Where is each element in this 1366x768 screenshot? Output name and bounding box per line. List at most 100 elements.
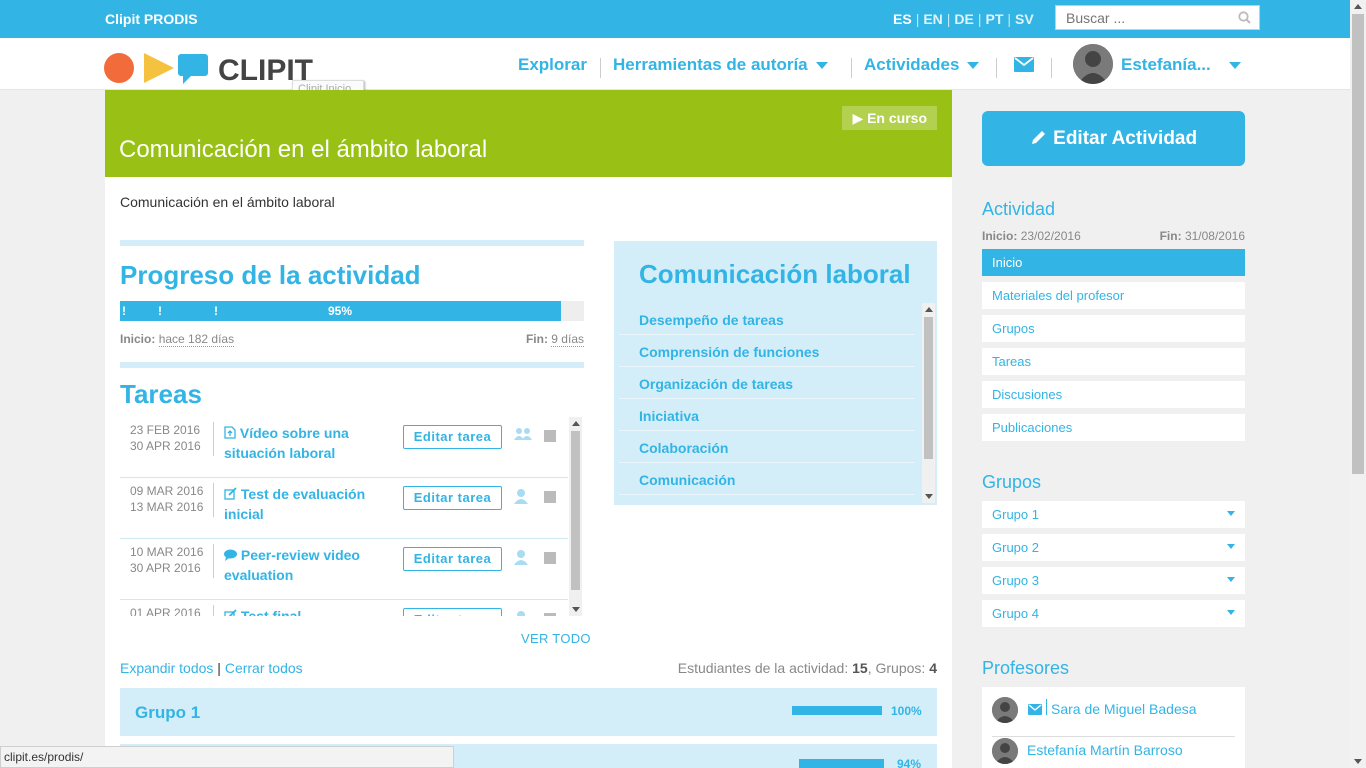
user-avatar[interactable] — [1073, 44, 1113, 84]
edit-task-button[interactable]: Editar tarea — [403, 608, 502, 616]
lang-sv[interactable]: SV — [1015, 11, 1034, 27]
teacher-name[interactable]: Sara de Miguel Badesa — [1051, 701, 1197, 717]
groups-heading: Grupos — [982, 472, 1042, 492]
competences-list: Desempeño de tareas Comprensión de funci… — [619, 303, 915, 501]
scroll-down-icon — [572, 607, 580, 612]
task-list-scrollbar[interactable] — [569, 417, 582, 616]
task-row: 23 FEB 2016 30 APR 2016 Vídeo sobre una s… — [120, 417, 568, 478]
group-row[interactable]: Grupo 1 100% — [120, 688, 937, 736]
page-scrollbar[interactable] — [1350, 0, 1366, 768]
competences-scrollbar[interactable] — [922, 303, 935, 503]
competence-item[interactable]: Desempeño de tareas — [619, 303, 915, 335]
lang-pt[interactable]: PT — [986, 11, 1004, 27]
status-badge: ▶ En curso — [842, 106, 937, 130]
progress-section: Progreso de la actividad ! ! ! 95% Inici… — [120, 240, 584, 350]
scroll-down-icon — [1354, 759, 1362, 764]
edit-task-button[interactable]: Editar tarea — [403, 425, 502, 449]
sidebar-group-item[interactable]: Grupo 3 — [982, 567, 1245, 594]
group-progress-percent: 94% — [897, 757, 922, 768]
group-progress-bar — [799, 759, 884, 768]
students-summary: Estudiantes de la actividad: 15, Grupos:… — [677, 660, 937, 676]
nav-explore[interactable]: Explorar — [518, 55, 587, 75]
expand-all-link[interactable]: Expandir todos — [120, 660, 213, 676]
activity-description: Comunicación en el ámbito laboral — [120, 194, 335, 210]
collapse-all-link[interactable]: Cerrar todos — [225, 660, 303, 676]
scroll-thumb — [571, 431, 580, 590]
edit-task-button[interactable]: Editar tarea — [403, 486, 502, 510]
competence-item[interactable]: Comprensión de funciones — [619, 335, 915, 367]
competences-heading: Comunicación laboral — [639, 259, 911, 289]
mail-icon[interactable] — [1014, 57, 1034, 77]
task-row: 10 MAR 2016 30 APR 2016 Peer-review video… — [120, 539, 568, 600]
user-menu[interactable]: Estefanía... — [1121, 55, 1241, 75]
group-progress-bar — [792, 706, 882, 715]
teacher-item: Estefanía Martín Barroso — [992, 738, 1235, 768]
scroll-down-icon — [925, 494, 933, 499]
comment-icon — [224, 549, 237, 561]
competence-item[interactable]: Comunicación — [619, 463, 915, 495]
avatar — [992, 738, 1018, 764]
menu-item-publications[interactable]: Publicaciones — [982, 414, 1245, 441]
chevron-down-icon — [1227, 610, 1235, 615]
teacher-name[interactable]: Estefanía Martín Barroso — [1027, 742, 1183, 758]
task-checkbox[interactable] — [544, 552, 556, 564]
nav-activities[interactable]: Actividades — [864, 55, 980, 75]
sidebar-group-item[interactable]: Grupo 4 — [982, 600, 1245, 627]
lang-de[interactable]: DE — [954, 11, 973, 27]
progress-heading: Progreso de la actividad — [120, 260, 421, 290]
task-row: 01 APR 2016 Test final Editar tarea — [120, 600, 568, 616]
site-brand[interactable]: Clipit PRODIS — [105, 11, 198, 27]
search-input[interactable] — [1056, 6, 1226, 29]
scroll-thumb — [924, 317, 933, 459]
lang-en[interactable]: EN — [923, 11, 942, 27]
edit-icon — [224, 609, 237, 616]
competences-panel: Comunicación laboral Desempeño de tareas… — [614, 241, 937, 505]
language-selector: ES | EN | DE | PT | SV — [893, 11, 1034, 27]
sidebar-group-item[interactable]: Grupo 1 — [982, 501, 1245, 528]
edit-activity-button[interactable]: Editar Actividad — [982, 111, 1245, 166]
task-title[interactable]: Peer-review video evaluation — [224, 545, 394, 585]
scroll-up-icon — [1354, 4, 1362, 9]
scroll-thumb — [1352, 14, 1364, 474]
mail-icon[interactable] — [1028, 702, 1042, 718]
edit-task-button[interactable]: Editar tarea — [403, 547, 502, 571]
user-icon — [514, 610, 528, 616]
pencil-icon — [1031, 131, 1045, 144]
progress-percent: 95% — [327, 304, 353, 318]
activity-banner: ▶ En curso Comunicación en el ámbito lab… — [105, 90, 952, 177]
menu-item-groups[interactable]: Grupos — [982, 315, 1245, 342]
chevron-down-icon — [967, 62, 980, 70]
menu-item-teacher-materials[interactable]: Materiales del profesor — [982, 282, 1245, 309]
chevron-down-icon — [1227, 577, 1235, 582]
task-title[interactable]: Test de evaluación inicial — [224, 484, 394, 524]
chevron-down-icon — [1228, 62, 1241, 70]
task-checkbox[interactable] — [544, 491, 556, 503]
task-title[interactable]: Test final — [224, 606, 394, 616]
main-content: ▶ En curso Comunicación en el ámbito lab… — [105, 90, 952, 768]
chevron-down-icon — [815, 62, 828, 70]
menu-item-discussions[interactable]: Discusiones — [982, 381, 1245, 408]
menu-item-inicio[interactable]: Inicio — [982, 249, 1245, 276]
progress-end: 9 días — [551, 332, 584, 347]
user-icon — [514, 488, 528, 507]
group-progress-percent: 100% — [891, 704, 922, 718]
expand-controls: Expandir todos | Cerrar todos — [120, 660, 303, 676]
task-checkbox[interactable] — [544, 430, 556, 442]
progress-bar: ! ! ! 95% — [120, 301, 584, 321]
task-checkbox[interactable] — [544, 613, 556, 616]
scroll-up-icon — [925, 307, 933, 312]
competence-item[interactable]: Colaboración — [619, 431, 915, 463]
search-icon[interactable] — [1238, 11, 1251, 27]
competence-item[interactable]: Iniciativa — [619, 399, 915, 431]
lang-es[interactable]: ES — [893, 11, 912, 27]
task-row: 09 MAR 2016 13 MAR 2016 Test de evaluació… — [120, 478, 568, 539]
task-title[interactable]: Vídeo sobre una situación laboral — [224, 423, 394, 463]
competence-item[interactable]: Organización de tareas — [619, 367, 915, 399]
status-url: clipit.es/prodis/ — [0, 746, 454, 768]
view-all-link[interactable]: VER TODO — [521, 631, 591, 646]
nav-authoring-tools[interactable]: Herramientas de autoría — [613, 55, 828, 75]
chevron-down-icon — [1227, 511, 1235, 516]
teachers-heading: Profesores — [982, 658, 1070, 678]
sidebar-group-item[interactable]: Grupo 2 — [982, 534, 1245, 561]
menu-item-tasks[interactable]: Tareas — [982, 348, 1245, 375]
